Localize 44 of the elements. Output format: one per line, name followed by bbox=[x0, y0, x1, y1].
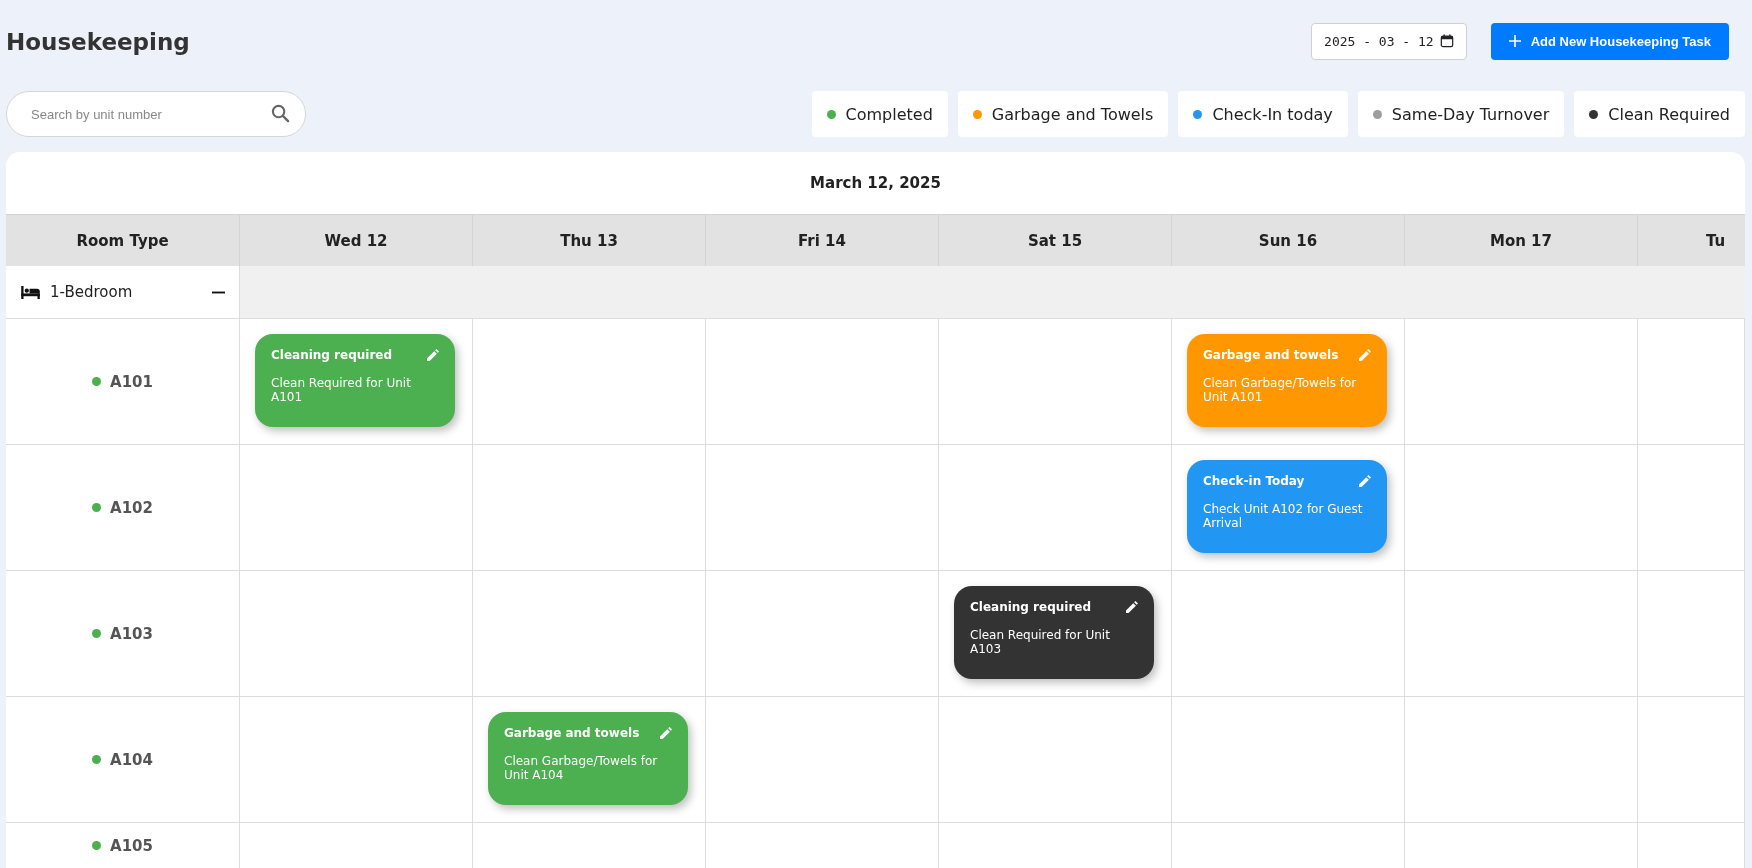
unit-label: A105 bbox=[110, 836, 153, 855]
unit-label: A102 bbox=[110, 498, 153, 517]
column-header: Tu bbox=[1638, 214, 1745, 266]
pencil-icon[interactable] bbox=[1126, 601, 1138, 613]
calendar-icon[interactable] bbox=[1439, 34, 1454, 48]
bed-icon bbox=[21, 285, 40, 299]
column-header: Sun 16 bbox=[1172, 214, 1405, 266]
date-field[interactable]: 2025 - 03 - 12 bbox=[1311, 22, 1467, 60]
search-field[interactable]: Search by unit number bbox=[6, 91, 306, 137]
task-title: Garbage and towels bbox=[1203, 348, 1339, 362]
task-card[interactable]: Cleaning required Clean Required for Unit A101 bbox=[255, 334, 455, 427]
page-title: Housekeeping bbox=[6, 29, 190, 55]
search-icon[interactable] bbox=[271, 104, 290, 123]
legend-label: Check-In today bbox=[1212, 104, 1333, 124]
task-title: Check-in Today bbox=[1203, 474, 1305, 488]
column-header: Fri 14 bbox=[706, 214, 939, 266]
task-card[interactable]: Check-in Today Check Unit A102 for Guest Arrival bbox=[1187, 460, 1387, 553]
unit-label: A101 bbox=[110, 372, 153, 391]
legend-label: Garbage and Towels bbox=[991, 104, 1154, 124]
task-description: Clean Garbage/Towels for Unit A101 bbox=[1203, 376, 1358, 405]
task-card[interactable]: Garbage and towels Clean Garbage/Towels for Unit A101 bbox=[1187, 334, 1387, 427]
unit-label: A103 bbox=[110, 624, 153, 643]
unit-label: A104 bbox=[110, 750, 153, 769]
add-task-button[interactable]: Add New Housekeeping Task bbox=[1490, 22, 1729, 60]
column-header: Wed 12 bbox=[240, 214, 473, 266]
task-title: Cleaning required bbox=[271, 348, 393, 362]
task-card[interactable]: Garbage and towels Clean Garbage/Towels for Unit A104 bbox=[488, 712, 688, 805]
task-description: Clean Required for Unit A101 bbox=[271, 376, 412, 405]
column-header: Thu 13 bbox=[473, 214, 706, 266]
plus-icon bbox=[1508, 35, 1521, 47]
calendar-title: March 12, 2025 bbox=[809, 173, 942, 194]
task-title: Cleaning required bbox=[970, 600, 1092, 614]
task-description: Check Unit A102 for Guest Arrival bbox=[1203, 502, 1364, 531]
task-title: Garbage and towels bbox=[504, 726, 640, 740]
legend-label: Clean Required bbox=[1608, 104, 1730, 124]
task-card[interactable]: Cleaning required Clean Required for Unit A103 bbox=[954, 586, 1154, 679]
column-header: Sat 15 bbox=[939, 214, 1172, 266]
column-header: Room Type bbox=[6, 214, 240, 266]
legend-label: Completed bbox=[845, 104, 933, 124]
task-description: Clean Required for Unit A103 bbox=[970, 628, 1111, 657]
group-label: 1-Bedroom bbox=[50, 283, 134, 301]
task-description: Clean Garbage/Towels for Unit A104 bbox=[504, 754, 659, 783]
legend-label: Same-Day Turnover bbox=[1391, 104, 1550, 124]
column-header: Mon 17 bbox=[1405, 214, 1638, 266]
